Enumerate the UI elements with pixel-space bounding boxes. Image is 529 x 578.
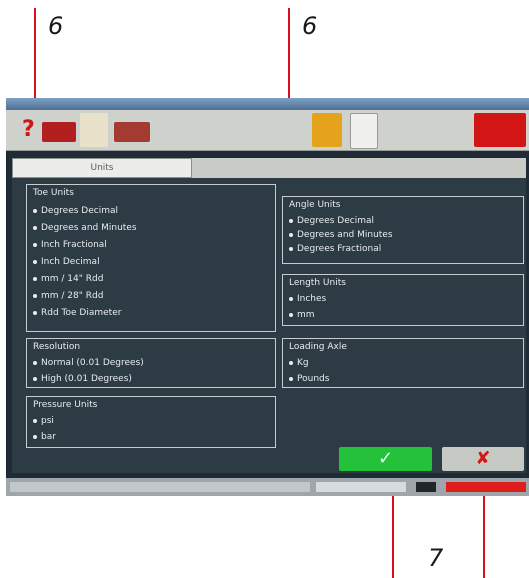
radio-option[interactable]: bar bbox=[33, 431, 56, 443]
radio-option[interactable]: Degrees Decimal bbox=[33, 205, 118, 217]
radio-option[interactable]: Pounds bbox=[289, 373, 329, 385]
print-icon[interactable] bbox=[350, 113, 378, 149]
settings-window: ? Units Toe Units Degrees Decimal Degree… bbox=[6, 98, 529, 496]
pressure-units-group: Pressure Units psi bar bbox=[26, 396, 276, 448]
ok-button[interactable]: ✓ bbox=[339, 447, 432, 471]
vehicle-icon[interactable] bbox=[42, 122, 76, 142]
weight-units-group: Loading Axle Kg Pounds bbox=[282, 338, 524, 388]
checkmark-icon: ✓ bbox=[377, 448, 394, 469]
group-title: Pressure Units bbox=[33, 400, 98, 410]
exit-icon[interactable] bbox=[474, 113, 526, 147]
radio-option[interactable]: Inch Fractional bbox=[33, 239, 107, 251]
group-title: Length Units bbox=[289, 278, 346, 288]
help-icon[interactable]: ? bbox=[22, 113, 35, 147]
group-title: Toe Units bbox=[33, 188, 74, 198]
resolution-group: Resolution Normal (0.01 Degrees) High (0… bbox=[26, 338, 276, 388]
radio-option[interactable]: Inch Decimal bbox=[33, 256, 100, 268]
car-icon[interactable] bbox=[114, 122, 150, 142]
radio-option[interactable]: Degrees Fractional bbox=[289, 243, 381, 255]
group-title: Loading Axle bbox=[289, 342, 347, 352]
radio-option[interactable]: mm / 14" Rdd bbox=[33, 273, 103, 285]
radio-option[interactable]: Kg bbox=[289, 357, 309, 369]
status-segment-alert bbox=[446, 482, 526, 492]
toolbar: ? bbox=[6, 110, 529, 151]
length-units-group: Length Units Inches mm bbox=[282, 274, 524, 326]
units-panel: Toe Units Degrees Decimal Degrees and Mi… bbox=[12, 178, 526, 473]
radio-option[interactable]: Inches bbox=[289, 293, 326, 305]
radio-option[interactable]: Degrees Decimal bbox=[289, 215, 374, 227]
callout-number-6-left: 6 bbox=[48, 12, 64, 40]
radio-option[interactable]: mm / 28" Rdd bbox=[33, 290, 103, 302]
status-segment bbox=[316, 482, 406, 492]
alignment-icon[interactable] bbox=[312, 113, 342, 147]
tab-strip: Units bbox=[12, 158, 526, 178]
status-segment bbox=[416, 482, 436, 492]
radio-option[interactable]: Rdd Toe Diameter bbox=[33, 307, 121, 319]
status-segment bbox=[10, 482, 310, 492]
group-title: Resolution bbox=[33, 342, 81, 352]
toe-units-group: Toe Units Degrees Decimal Degrees and Mi… bbox=[26, 184, 276, 332]
radio-option[interactable]: mm bbox=[289, 309, 315, 321]
home-icon[interactable] bbox=[80, 113, 108, 147]
radio-option[interactable]: Degrees and Minutes bbox=[33, 222, 137, 234]
status-bar bbox=[6, 478, 529, 496]
radio-option[interactable]: Normal (0.01 Degrees) bbox=[33, 357, 144, 369]
cancel-button[interactable]: ✘ bbox=[442, 447, 524, 471]
group-title: Angle Units bbox=[289, 200, 341, 210]
radio-option[interactable]: Degrees and Minutes bbox=[289, 229, 393, 241]
callout-number-7: 7 bbox=[428, 544, 444, 572]
tab-units[interactable]: Units bbox=[12, 158, 192, 178]
callout-number-6-right: 6 bbox=[302, 12, 318, 40]
radio-option[interactable]: psi bbox=[33, 415, 54, 427]
close-icon: ✘ bbox=[475, 448, 491, 469]
radio-option[interactable]: High (0.01 Degrees) bbox=[33, 373, 132, 385]
angle-units-group: Angle Units Degrees Decimal Degrees and … bbox=[282, 196, 524, 264]
window-titlebar bbox=[6, 98, 529, 110]
